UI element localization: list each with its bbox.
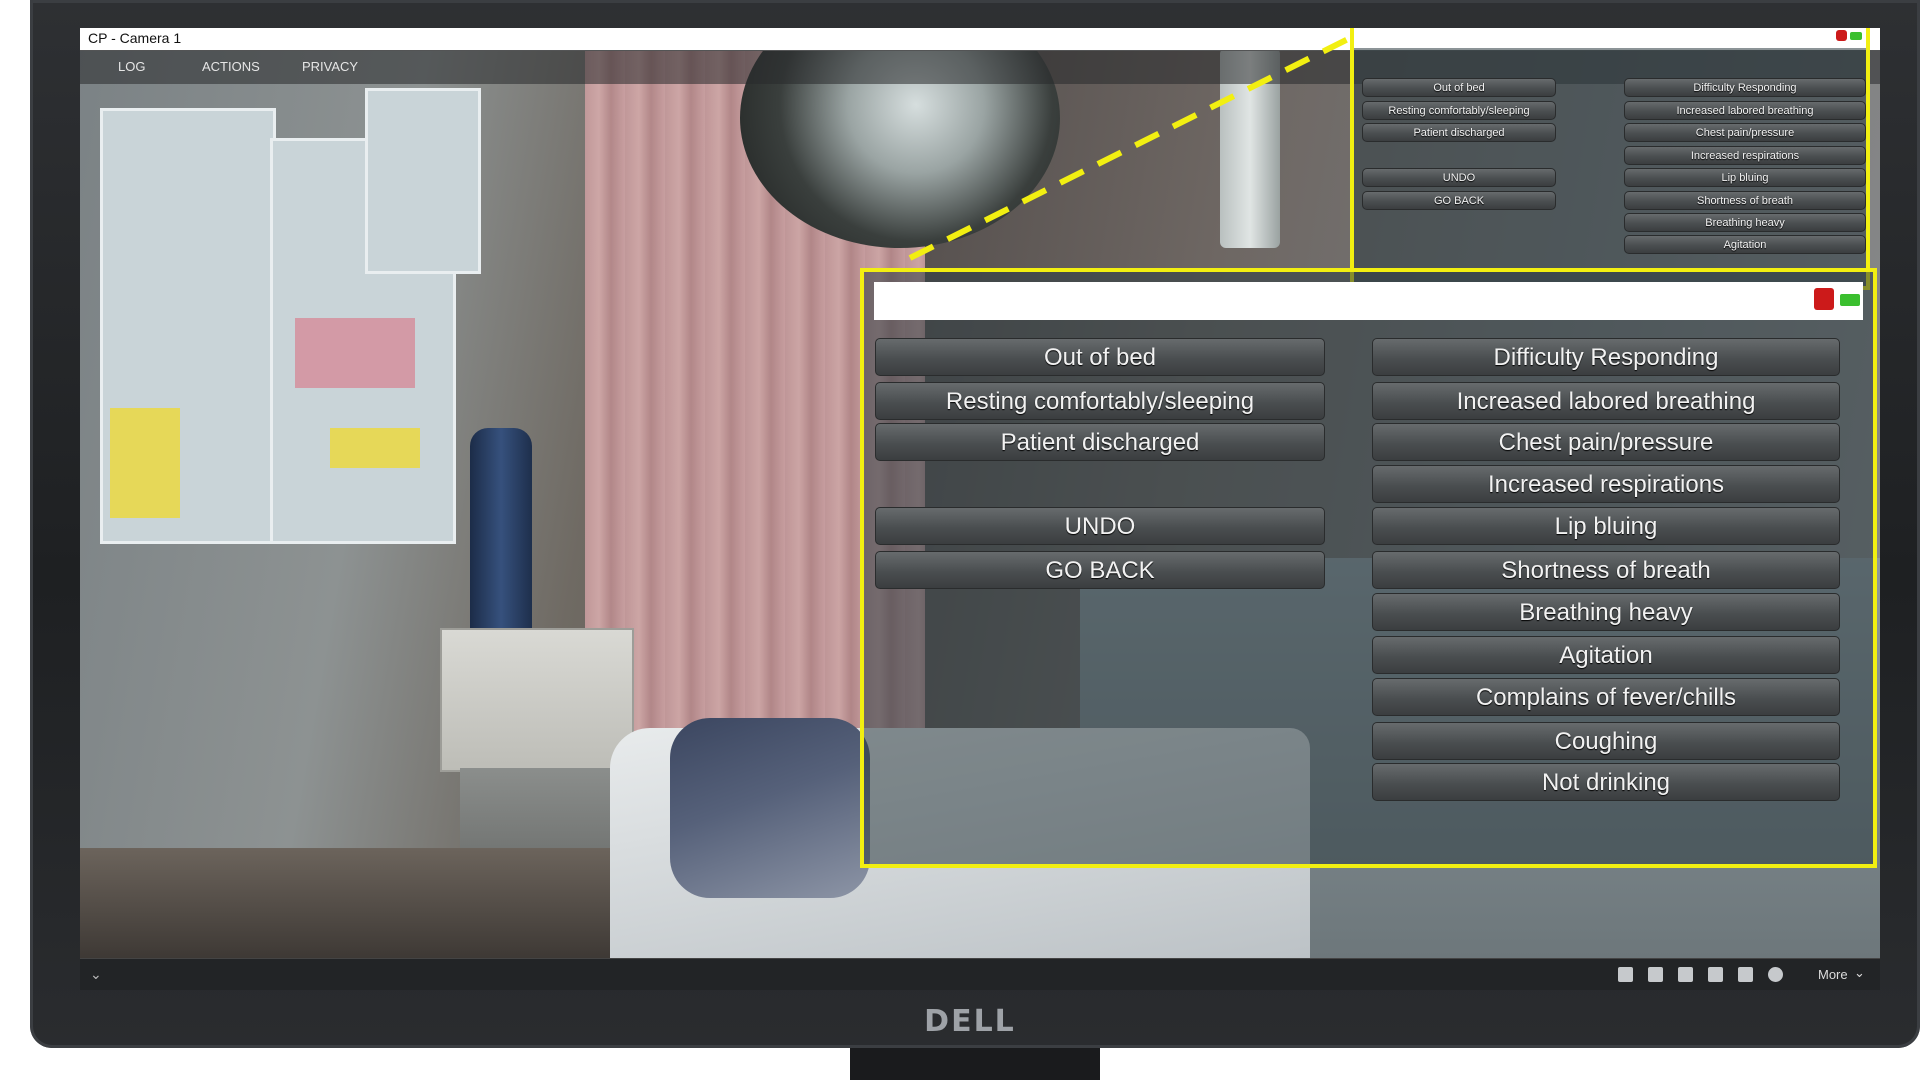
actions-panel: Out of bed Resting comfortably/sleeping … (860, 268, 1877, 868)
start-icon[interactable] (1850, 32, 1862, 40)
thumb-symptom[interactable]: Lip bluing (1624, 168, 1866, 187)
symptom-breathing-heavy[interactable]: Breathing heavy (1372, 593, 1840, 631)
symptom-shortness-of-breath[interactable]: Shortness of breath (1372, 551, 1840, 589)
zoom-icon[interactable] (1618, 967, 1633, 982)
action-discharged[interactable]: Patient discharged (875, 423, 1325, 461)
window-title: CP - Camera 1 (88, 30, 182, 46)
thumb-symptom[interactable]: Difficulty Responding (1624, 78, 1866, 97)
symptom-agitation[interactable]: Agitation (1372, 636, 1840, 674)
stop-icon[interactable] (1814, 288, 1834, 310)
wall-note (330, 428, 420, 468)
thumb-symptom[interactable]: Increased labored breathing (1624, 101, 1866, 120)
symptom-difficulty-responding[interactable]: Difficulty Responding (1372, 338, 1840, 376)
action-resting[interactable]: Resting comfortably/sleeping (875, 382, 1325, 420)
monitor-screen: CP - Camera 1 LOG ACTIONS PRIVACY Out of… (80, 28, 1880, 990)
thumb-symptom[interactable]: Chest pain/pressure (1624, 123, 1866, 142)
thumb-symptom[interactable]: Increased respirations (1624, 146, 1866, 165)
lock-icon[interactable] (1738, 967, 1753, 982)
brand-logo: DELL (924, 1004, 1016, 1039)
menu-actions[interactable]: ACTIONS (202, 59, 260, 74)
thumb-symptom[interactable]: Breathing heavy (1624, 213, 1866, 232)
network-icon[interactable] (1708, 967, 1723, 982)
wall-board-right (365, 88, 481, 274)
action-out-of-bed[interactable]: Out of bed (875, 338, 1325, 376)
panel-titlebar (874, 282, 1863, 320)
more-menu[interactable]: More (1818, 967, 1848, 982)
symptom-coughing[interactable]: Coughing (1372, 722, 1840, 760)
zoom-connector (908, 35, 1352, 261)
start-icon[interactable] (1840, 294, 1860, 306)
camera-icon[interactable] (1648, 967, 1663, 982)
go-back-button[interactable]: GO BACK (875, 551, 1325, 589)
undo-button[interactable]: UNDO (875, 507, 1325, 545)
symptom-increased-respirations[interactable]: Increased respirations (1372, 465, 1840, 503)
patient (670, 718, 870, 898)
medical-machine (440, 628, 634, 772)
panel-titlebar (1354, 28, 1866, 48)
stop-icon[interactable] (1836, 30, 1847, 41)
bottom-toolbar: ⌄ More ⌄ (80, 958, 1880, 990)
symptom-chest-pain[interactable]: Chest pain/pressure (1372, 423, 1840, 461)
symptom-lip-bluing[interactable]: Lip bluing (1372, 507, 1840, 545)
symptom-labored-breathing[interactable]: Increased labored breathing (1372, 382, 1840, 420)
chevron-down-icon[interactable]: ⌄ (1854, 965, 1865, 981)
monitor-stand (850, 1048, 1100, 1080)
menu-log[interactable]: LOG (118, 59, 145, 74)
wall-note (295, 318, 415, 388)
settings-icon[interactable] (1768, 967, 1783, 982)
thumb-symptom[interactable]: Shortness of breath (1624, 191, 1866, 210)
symptom-not-drinking[interactable]: Not drinking (1372, 763, 1840, 801)
menu-privacy[interactable]: PRIVACY (302, 59, 358, 74)
actions-panel-thumbnail: Out of bed Resting comfortably/sleeping … (1350, 28, 1870, 290)
chat-icon[interactable] (1678, 967, 1693, 982)
symptom-fever-chills[interactable]: Complains of fever/chills (1372, 678, 1840, 716)
chevron-down-icon[interactable]: ⌄ (90, 966, 102, 983)
wall-note (110, 408, 180, 518)
thumb-symptom[interactable]: Agitation (1624, 235, 1866, 254)
